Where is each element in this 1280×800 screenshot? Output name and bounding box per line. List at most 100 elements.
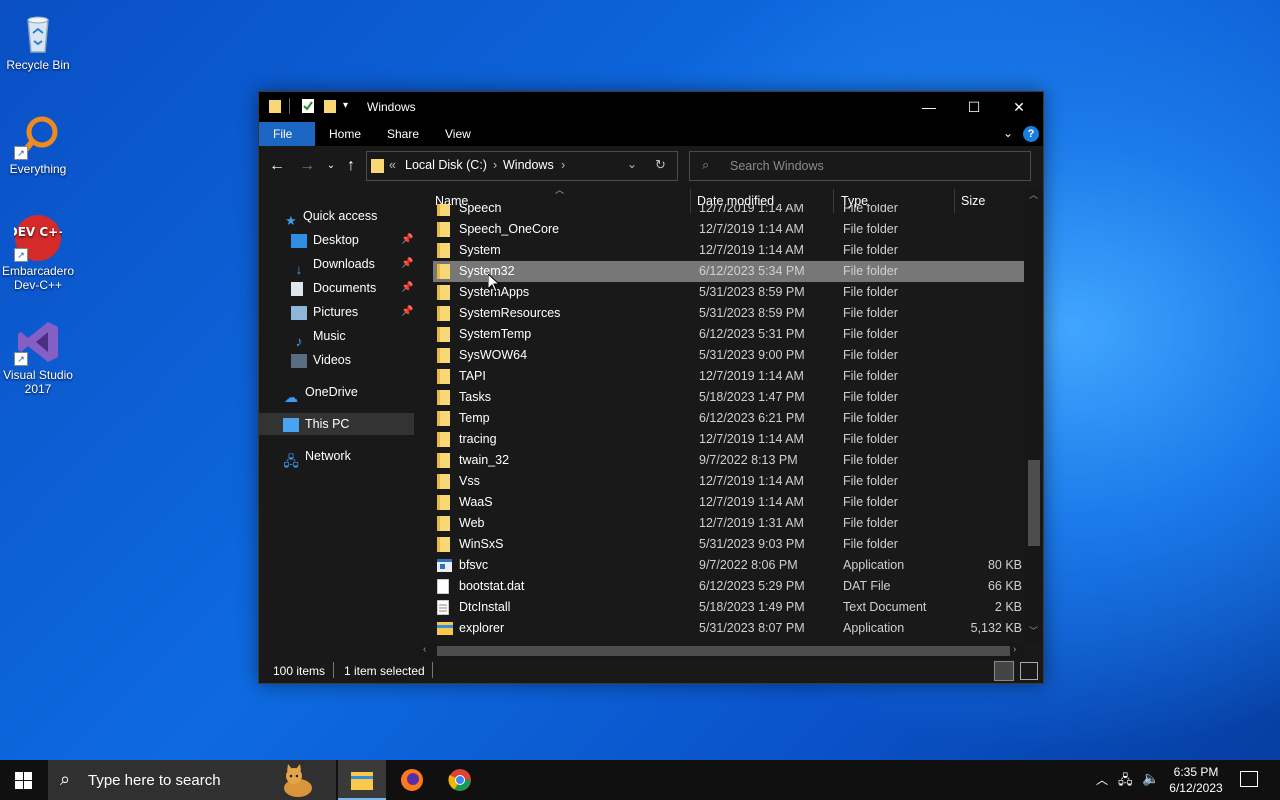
file-type: Text Document [843,600,927,614]
tab-home[interactable]: Home [315,122,375,146]
taskbar-chrome[interactable] [436,760,484,800]
vertical-scrollbar[interactable]: ︿ ﹀ [1025,188,1042,642]
file-row[interactable]: bootstat.dat 6/12/2023 5:29 PM DAT File 66 … [433,576,1024,597]
taskbar-search-box[interactable]: ⌕ Type here to search [48,760,336,800]
forward-button[interactable]: → [297,156,317,176]
network-status-icon[interactable]: 🖧 [1118,771,1133,793]
tab-view[interactable]: View [431,122,485,146]
file-date-modified: 6/12/2023 5:34 PM [699,264,805,278]
new-folder-icon[interactable] [324,99,336,113]
file-row[interactable]: SystemResources 5/31/2023 8:59 PM File fol… [433,303,1024,324]
taskbar-firefox[interactable] [388,760,436,800]
item-count: 100 items [273,664,326,678]
file-date-modified: 6/12/2023 6:21 PM [699,411,805,425]
pin-icon: 📌 [401,306,414,317]
scroll-left-icon[interactable]: ‹ [423,644,426,655]
file-row[interactable]: DtcInstall 5/18/2023 1:49 PM Text Document… [433,597,1024,618]
pin-icon: 📌 [401,234,414,245]
horizontal-scrollbar[interactable]: ‹ › [419,643,1024,659]
nav-music[interactable]: ♪ Music [291,325,346,349]
file-row[interactable]: WaaS 12/7/2019 1:14 AM File folder [433,492,1024,513]
nav-label: OneDrive [305,385,358,399]
everything-icon: ↗ [14,112,62,160]
scroll-up-icon[interactable]: ︿ [1029,188,1038,201]
up-button[interactable]: ↑ [341,156,361,176]
desktop-icon-visual-studio[interactable]: ↗ Visual Studio 2017 [0,318,76,396]
taskbar-file-explorer[interactable] [338,760,386,800]
file-row[interactable]: Speech 12/7/2019 1:14 AM File folder [433,204,1024,219]
scroll-down-icon[interactable]: ﹀ [1029,624,1038,637]
show-hidden-icons-icon[interactable]: ︿ [1096,771,1108,788]
file-row[interactable]: Speech_OneCore 12/7/2019 1:14 AM File fold… [433,219,1024,240]
breadcrumb-local-disk[interactable]: Local Disk (C:) [405,158,487,172]
scroll-right-icon[interactable]: › [1013,644,1016,655]
close-button[interactable]: ✕ [996,92,1042,122]
shortcut-arrow-icon: ↗ [14,248,28,262]
recent-locations-button[interactable]: ⌄ [321,156,341,176]
file-row[interactable]: Temp 6/12/2023 6:21 PM File folder [433,408,1024,429]
maximize-button[interactable]: ☐ [951,92,997,122]
file-row[interactable]: System32 6/12/2023 5:34 PM File folder [433,261,1024,282]
nav-label: Pictures [313,305,359,319]
file-row[interactable]: SystemApps 5/31/2023 8:59 PM File folder [433,282,1024,303]
search-box[interactable]: ⌕ Search Windows [689,151,1031,181]
file-row[interactable]: twain_32 9/7/2022 8:13 PM File folder [433,450,1024,471]
minimize-button[interactable]: — [906,92,952,122]
notifications-icon[interactable] [1240,771,1258,787]
nav-downloads[interactable]: ↓ Downloads 📌 [291,253,414,277]
customize-quick-access-icon[interactable]: ▾ [343,100,348,111]
file-row[interactable]: Vss 12/7/2019 1:14 AM File folder [433,471,1024,492]
file-row[interactable]: TAPI 12/7/2019 1:14 AM File folder [433,366,1024,387]
tab-share[interactable]: Share [373,122,433,146]
file-type: Application [843,621,905,635]
scrollbar-thumb[interactable] [1028,460,1040,546]
start-button[interactable] [0,760,48,800]
details-view-icon[interactable] [994,661,1014,681]
file-row[interactable]: Web 12/7/2019 1:31 AM File folder [433,513,1024,534]
nav-pictures[interactable]: Pictures 📌 [291,301,414,323]
desktop-icon-devcpp[interactable]: DEV C++ ↗ Embarcadero Dev-C++ [0,214,76,292]
file-date-modified: 12/7/2019 1:14 AM [699,369,804,383]
nav-desktop[interactable]: Desktop 📌 [291,229,414,251]
taskbar-clock[interactable]: 6:35 PM 6/12/2023 [1158,764,1234,796]
nav-network[interactable]: 🖧 Network [283,445,351,469]
nav-documents[interactable]: Documents 📌 [291,277,414,299]
file-name: SystemTemp [459,327,532,341]
file-row[interactable]: SysWOW64 5/31/2023 9:00 PM File folder [433,345,1024,366]
nav-videos[interactable]: Videos [291,349,351,371]
file-row[interactable]: explorer 5/31/2023 8:07 PM Application 5,13… [433,618,1024,639]
file-name: tracing [459,432,497,446]
desktop-icon-everything[interactable]: ↗ Everything [0,112,76,176]
shortcut-arrow-icon: ↗ [14,352,28,366]
address-dropdown-icon[interactable]: ⌄ [627,157,637,171]
desktop-icon-recycle-bin[interactable]: Recycle Bin [0,8,76,72]
file-row[interactable]: System 12/7/2019 1:14 AM File folder [433,240,1024,261]
nav-onedrive[interactable]: ☁ OneDrive [283,381,358,405]
address-bar[interactable]: « Local Disk (C:) › Windows › ⌄ ↻ [366,151,678,181]
nav-label: Downloads [313,257,375,271]
properties-icon[interactable] [302,99,314,113]
tab-file[interactable]: File [259,122,315,146]
file-row[interactable]: tracing 12/7/2019 1:14 AM File folder [433,429,1024,450]
file-row[interactable]: Tasks 5/18/2023 1:47 PM File folder [433,387,1024,408]
nav-quick-access[interactable]: ★ Quick access [285,205,377,228]
volume-muted-icon[interactable]: 🔈 [1142,770,1159,787]
refresh-icon[interactable]: ↻ [655,157,666,173]
expand-ribbon-icon[interactable]: ⌄ [1003,126,1013,140]
back-button[interactable]: ← [267,156,287,176]
file-row[interactable]: WinSxS 5/31/2023 9:03 PM File folder [433,534,1024,555]
scrollbar-thumb[interactable] [437,646,1010,656]
taskbar: ⌕ Type here to search ︿ 🖧 🔈 6:35 PM 6/12… [0,760,1280,800]
file-row[interactable]: SystemTemp 6/12/2023 5:31 PM File folder [433,324,1024,345]
pin-icon: 📌 [401,282,414,293]
file-row[interactable]: bfsvc 9/7/2022 8:06 PM Application 80 KB [433,555,1024,576]
breadcrumb-windows[interactable]: Windows [503,158,554,172]
nav-label: Documents [313,281,377,295]
title-bar: ▾ Windows — ☐ ✕ [259,92,1043,122]
file-name: Speech [459,204,502,215]
nav-this-pc[interactable]: This PC [259,413,414,435]
file-type: File folder [843,474,898,488]
breadcrumb-overflow[interactable]: « [389,158,396,172]
help-icon[interactable]: ? [1023,126,1039,142]
large-icons-view-icon[interactable] [1020,662,1038,680]
